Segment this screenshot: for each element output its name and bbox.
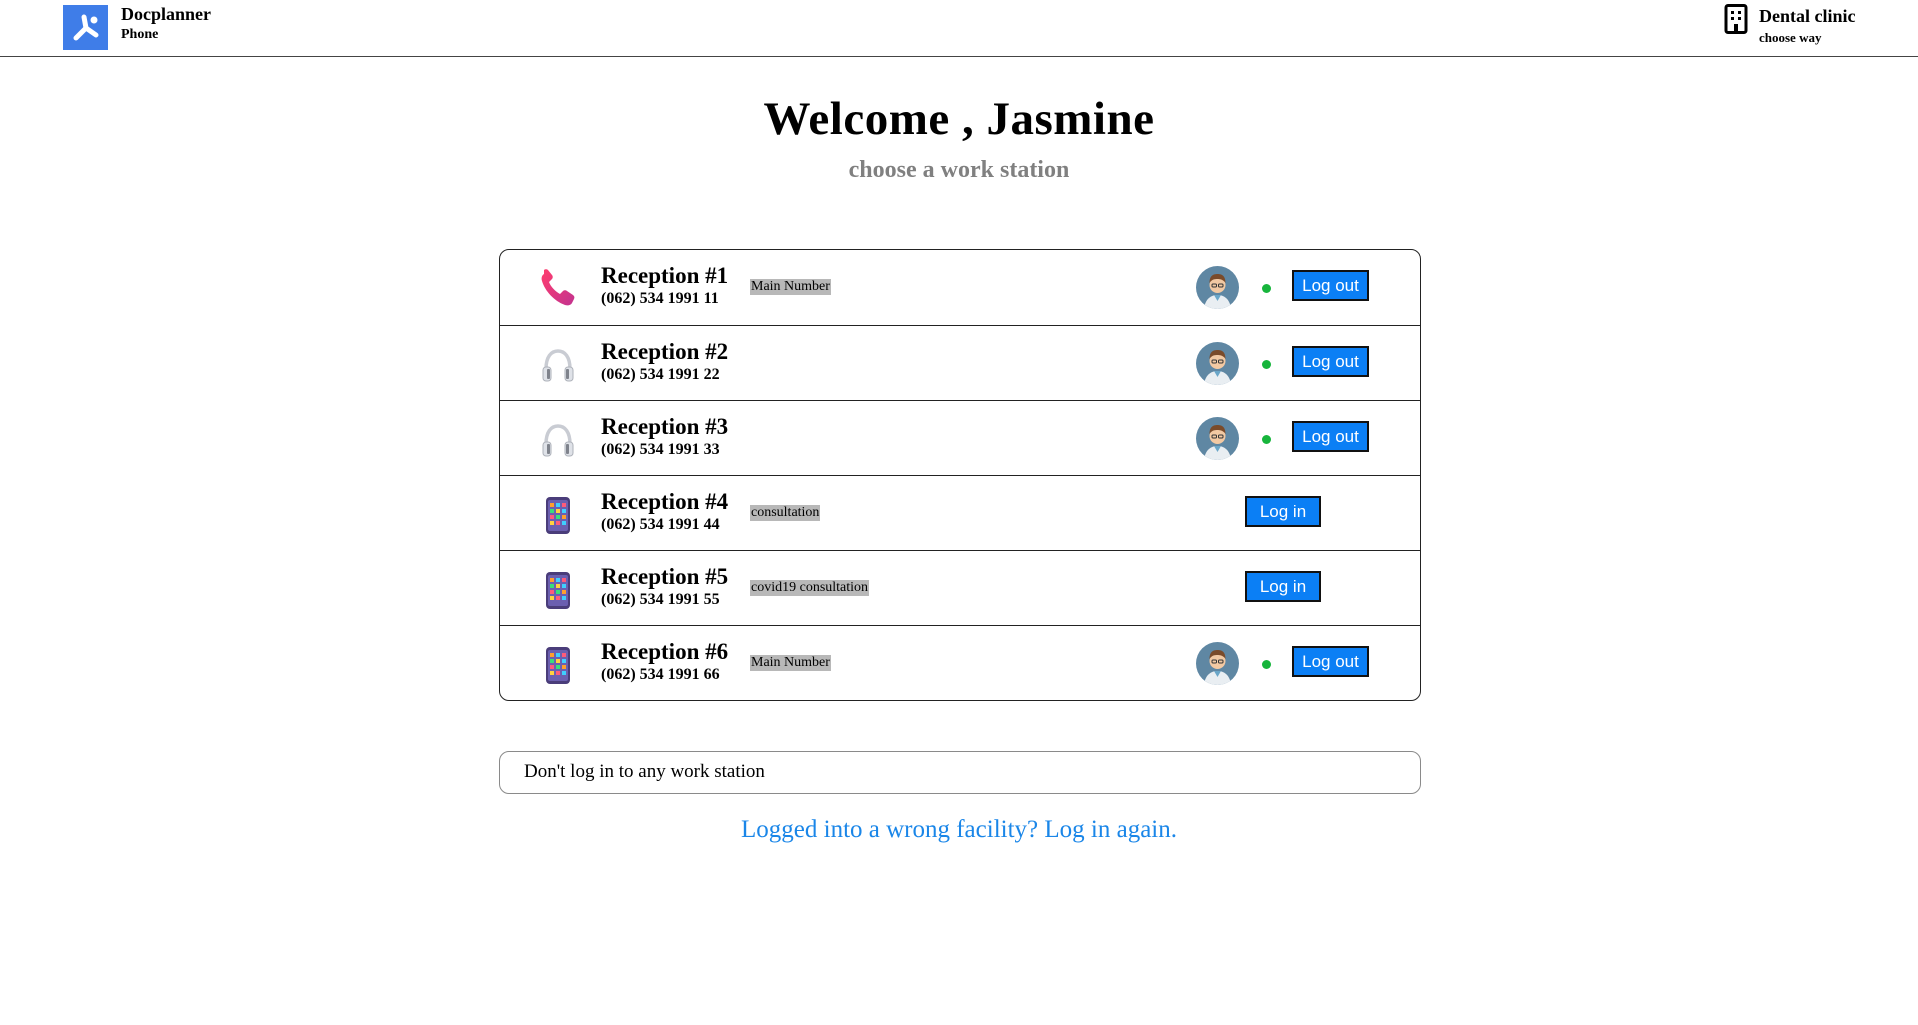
logout-button[interactable]: Log out xyxy=(1292,421,1369,452)
building-icon[interactable] xyxy=(1724,4,1748,34)
station-title: Reception #3 xyxy=(601,414,729,439)
logout-button[interactable]: Log out xyxy=(1292,270,1369,301)
station-phone: (062) 534 1991 55 xyxy=(601,591,720,608)
station-tag: Main Number xyxy=(750,279,831,295)
relogin-link[interactable]: Logged into a wrong facility? Log in aga… xyxy=(0,816,1918,844)
avatar xyxy=(1196,266,1239,309)
logout-button[interactable]: Log out xyxy=(1292,646,1369,677)
logout-button[interactable]: Log out xyxy=(1292,346,1369,377)
station-row[interactable]: Reception #4 (062) 534 1991 44 consultat… xyxy=(500,475,1420,550)
clinic-name[interactable]: Dental clinic xyxy=(1759,6,1856,27)
login-button[interactable]: Log in xyxy=(1245,496,1321,527)
brand-subtitle: Phone xyxy=(121,27,159,42)
avatar xyxy=(1196,342,1239,385)
work-station-list: Reception #1 (062) 534 1991 11 Main Numb… xyxy=(499,249,1421,701)
station-tag: consultation xyxy=(750,505,821,521)
station-title: Reception #1 xyxy=(601,263,729,288)
station-row[interactable]: Reception #1 (062) 534 1991 11 Main Numb… xyxy=(500,250,1420,325)
clinic-subtitle[interactable]: choose way xyxy=(1759,30,1821,46)
station-phone: (062) 534 1991 66 xyxy=(601,666,720,683)
login-button[interactable]: Log in xyxy=(1245,571,1321,602)
station-tag: Main Number xyxy=(750,655,831,671)
station-phone: (062) 534 1991 11 xyxy=(601,290,719,307)
online-status-dot xyxy=(1262,284,1271,293)
station-row[interactable]: Reception #6 (062) 534 1991 66 Main Numb… xyxy=(500,625,1420,700)
mobile-phone-icon xyxy=(546,647,570,684)
no-login-option[interactable]: Don't log in to any work station xyxy=(499,751,1421,794)
online-status-dot xyxy=(1262,360,1271,369)
welcome-heading: Welcome , Jasmine xyxy=(763,93,1155,145)
station-title: Reception #4 xyxy=(601,489,729,514)
station-row[interactable]: Reception #3 (062) 534 1991 33 Log out xyxy=(500,400,1420,475)
headphones-icon xyxy=(542,349,574,382)
station-title: Reception #6 xyxy=(601,639,729,664)
avatar xyxy=(1196,417,1239,460)
station-title: Reception #2 xyxy=(601,339,729,364)
headphones-icon xyxy=(542,424,574,457)
online-status-dot xyxy=(1262,435,1271,444)
mobile-phone-icon xyxy=(546,572,570,609)
brand-name: Docplanner xyxy=(121,4,211,24)
station-phone: (062) 534 1991 22 xyxy=(601,366,720,383)
station-row[interactable]: Reception #5 (062) 534 1991 55 covid19 c… xyxy=(500,550,1420,625)
station-tag: covid19 consultation xyxy=(750,580,870,596)
page-subtitle: choose a work station xyxy=(848,157,1070,183)
phone-handset-icon xyxy=(541,269,575,306)
online-status-dot xyxy=(1262,660,1271,669)
station-phone: (062) 534 1991 33 xyxy=(601,441,720,458)
top-bar: Docplanner Phone Dental clinic choose wa… xyxy=(0,0,1918,57)
station-phone: (062) 534 1991 44 xyxy=(601,516,720,533)
station-row[interactable]: Reception #2 (062) 534 1991 22 Log out xyxy=(500,325,1420,400)
avatar xyxy=(1196,642,1239,685)
station-title: Reception #5 xyxy=(601,564,729,589)
mobile-phone-icon xyxy=(546,497,570,534)
docplanner-logo-icon[interactable] xyxy=(63,5,108,50)
